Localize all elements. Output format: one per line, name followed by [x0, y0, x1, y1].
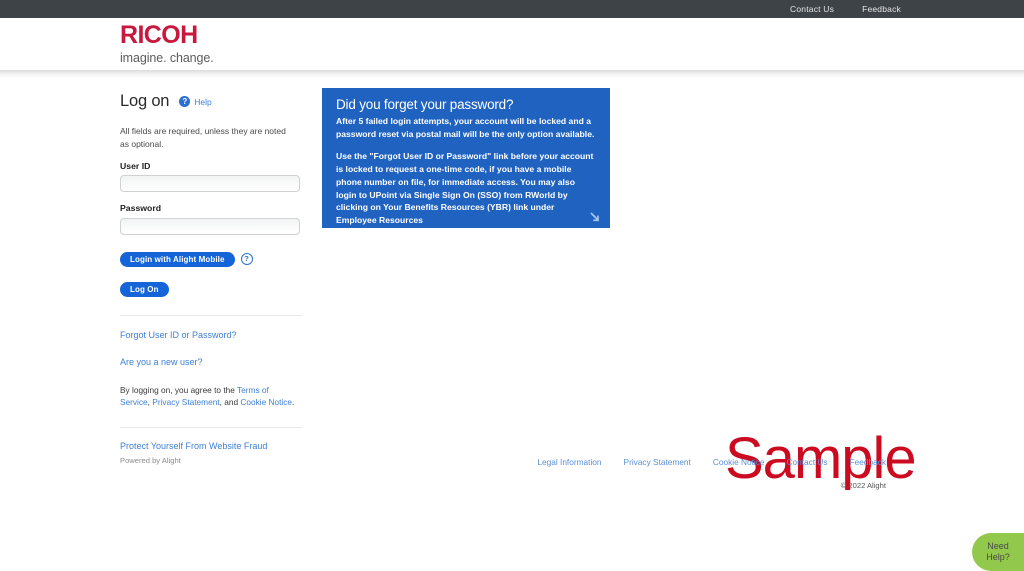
footer-link-contact-us[interactable]: Contact Us: [787, 457, 828, 467]
need-help-line-1: Need: [987, 540, 1009, 551]
footer-link-legal-information[interactable]: Legal Information: [537, 457, 601, 467]
privacy-statement-link[interactable]: Privacy Statement: [152, 397, 219, 407]
terms-sep-2: , and: [219, 397, 241, 408]
footer-link-feedback[interactable]: Feedback: [850, 457, 886, 467]
helper-links: Forgot User ID or Password? Are you a ne…: [120, 330, 302, 410]
terms-agreement-prefix: By logging on, you agree to the: [120, 384, 238, 395]
logon-button-row: Log On: [120, 279, 302, 297]
help-link-label: Help: [194, 96, 212, 107]
forgot-password-info-panel: Did you forget your password? After 5 fa…: [322, 88, 610, 228]
footer-link-privacy-statement[interactable]: Privacy Statement: [624, 457, 691, 467]
help-link[interactable]: ? Help: [179, 96, 212, 107]
copyright-text: © 2022 Alight: [840, 481, 886, 490]
footer-links: Legal Information Privacy Statement Cook…: [537, 457, 886, 467]
terms-agreement-text: By logging on, you agree to the Terms of…: [120, 384, 300, 410]
website-fraud-link[interactable]: Protect Yourself From Website Fraud: [120, 441, 302, 451]
expand-arrow-icon[interactable]: [589, 210, 601, 222]
need-help-line-2: Help?: [986, 552, 1010, 562]
logon-form: Log on ? Help All fields are required, u…: [120, 92, 302, 451]
terms-agreement-period: .: [292, 397, 295, 408]
info-panel-paragraph-2: Use the "Forgot User ID or Password" lin…: [336, 151, 594, 226]
header-shadow-divider: [0, 70, 1024, 78]
cookie-notice-link[interactable]: Cookie Notice: [240, 397, 292, 407]
powered-by-label: Powered by Alight: [120, 456, 181, 465]
log-on-button[interactable]: Log On: [120, 281, 169, 297]
mobile-login-help-icon[interactable]: ?: [240, 253, 253, 265]
user-id-input[interactable]: [120, 175, 300, 192]
brand-tagline: imagine. change.: [120, 51, 214, 66]
main-content: Log on ? Help All fields are required, u…: [0, 78, 1024, 571]
ricoh-logo: RICOH: [120, 21, 198, 50]
user-id-label: User ID: [120, 160, 151, 171]
info-panel-title: Did you forget your password?: [336, 97, 514, 112]
password-input[interactable]: [120, 217, 300, 235]
login-with-alight-mobile-button[interactable]: Login with Alight Mobile: [120, 251, 235, 267]
question-mark-icon: ?: [179, 96, 191, 107]
page-title-row: Log on ? Help: [120, 92, 302, 111]
form-divider-top: [120, 314, 302, 316]
required-fields-note: All fields are required, unless they are…: [120, 126, 286, 149]
page-title: Log on: [120, 92, 170, 110]
forgot-user-id-password-link[interactable]: Forgot User ID or Password?: [120, 330, 302, 340]
topbar-link-contact-us[interactable]: Contact Us: [790, 4, 834, 14]
password-label: Password: [120, 203, 162, 213]
topbar-link-feedback[interactable]: Feedback: [862, 4, 901, 14]
footer-link-cookie-notice[interactable]: Cookie Notice: [713, 457, 765, 467]
need-help-tab[interactable]: Need Help?: [972, 533, 1024, 571]
top-utility-bar: Contact Us Feedback: [0, 0, 1024, 18]
form-divider-bottom: [120, 427, 302, 429]
new-user-link[interactable]: Are you a new user?: [120, 357, 302, 367]
mobile-login-row: Login with Alight Mobile ?: [120, 251, 302, 267]
brand-header: RICOH imagine. change.: [0, 18, 1024, 70]
info-panel-paragraph-1: After 5 failed login attempts, your acco…: [336, 116, 595, 139]
